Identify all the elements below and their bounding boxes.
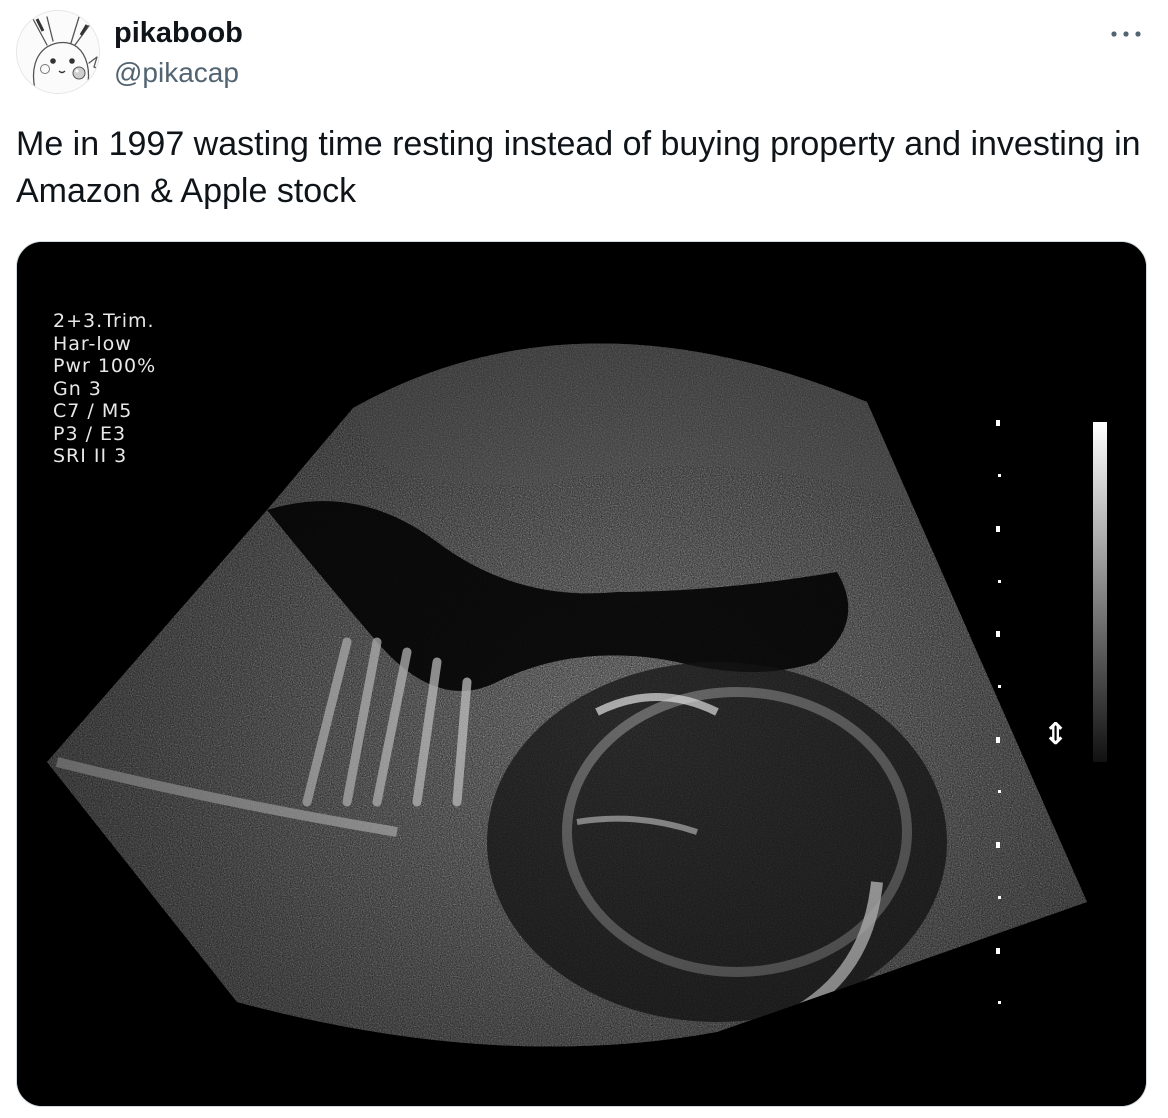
- focus-marker-icon: ⇕: [1043, 717, 1069, 752]
- scan-param: SRI II 3: [53, 445, 128, 467]
- scan-parameters: 2+3.Trim. Har-low Pwr 100% Gn 3 C7 / M5 …: [53, 310, 156, 468]
- scan-param: Har-low: [53, 332, 132, 355]
- more-options-button[interactable]: [1104, 18, 1148, 50]
- grayscale-bar: [1093, 422, 1107, 762]
- tweet-text: Me in 1997 wasting time resting instead …: [16, 125, 1141, 210]
- scan-param: P3 / E3: [53, 422, 127, 445]
- display-name[interactable]: pikaboob: [114, 16, 243, 50]
- user-handle[interactable]: @pikacap: [114, 56, 239, 90]
- scan-param: 2+3.Trim.: [53, 310, 155, 332]
- ultrasound-scan-image: [17, 242, 1146, 1106]
- tweet-media-ultrasound[interactable]: 2+3.Trim. Har-low Pwr 100% Gn 3 C7 / M5 …: [16, 241, 1147, 1107]
- pikachu-avatar-icon: [17, 11, 99, 93]
- scan-param: Pwr 100%: [53, 355, 157, 377]
- avatar[interactable]: [16, 10, 100, 94]
- scan-param: C7 / M5: [53, 400, 133, 422]
- scan-param: Gn 3: [53, 377, 102, 400]
- more-horizontal-icon: [1111, 31, 1141, 37]
- tweet: pikaboob @pikacap Me in 1997 wasting tim…: [0, 0, 1168, 1118]
